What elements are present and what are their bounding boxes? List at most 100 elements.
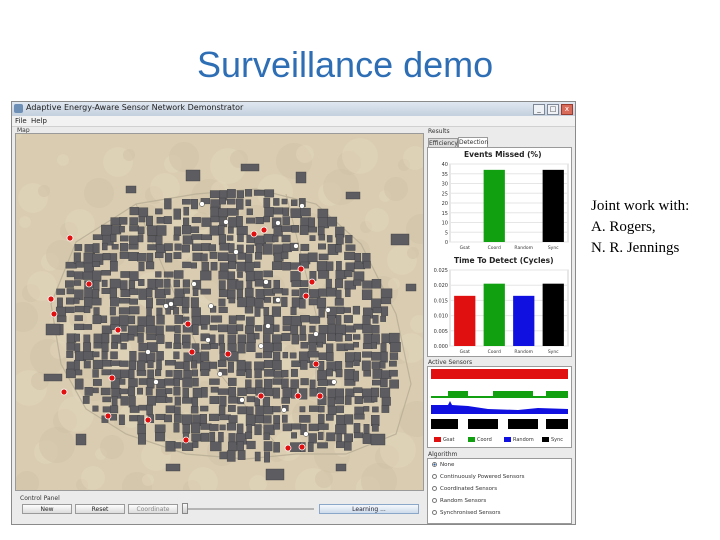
building [155, 413, 166, 420]
radio-synchronised[interactable] [432, 510, 437, 515]
building [174, 396, 181, 406]
building [173, 369, 183, 381]
speed-slider-track[interactable] [186, 508, 314, 510]
algorithm-option[interactable]: Continuously Powered Sensors [432, 473, 524, 481]
minimize-button[interactable]: _ [533, 104, 545, 115]
building [362, 280, 373, 289]
building [290, 325, 299, 335]
building [183, 288, 190, 294]
building [155, 279, 164, 288]
building [92, 351, 100, 358]
building [299, 334, 307, 341]
y-tick-label: 0.025 [434, 268, 448, 274]
sensor-idle [168, 301, 174, 307]
tab-detection[interactable]: Detection [458, 137, 488, 147]
maximize-button[interactable]: □ [547, 104, 559, 115]
tab-efficiency[interactable]: Efficiency [428, 138, 458, 147]
building [317, 208, 329, 219]
sensor-idle [299, 203, 305, 209]
radio-random[interactable] [432, 498, 437, 503]
building [101, 342, 109, 352]
algorithm-option[interactable]: Synchronised Sensors [432, 509, 500, 517]
radio-none[interactable] [432, 462, 437, 467]
algorithm-option[interactable]: Coordinated Sensors [432, 485, 497, 493]
active-sensors-label: Active Sensors [428, 359, 473, 366]
map-texture [57, 154, 69, 166]
radio-coordinated[interactable] [432, 486, 437, 491]
close-button[interactable]: x [561, 104, 573, 115]
building [200, 324, 208, 330]
sensor-idle [199, 201, 205, 207]
building [173, 226, 182, 236]
building [129, 298, 138, 305]
sensor-idle [217, 371, 223, 377]
x-tick-label: Random [514, 245, 533, 251]
building [380, 315, 387, 322]
building [129, 225, 139, 232]
building [255, 325, 263, 332]
building [335, 463, 347, 472]
building [182, 388, 189, 399]
building [236, 423, 244, 435]
city-map[interactable] [16, 134, 423, 490]
building [361, 360, 371, 371]
building [92, 261, 101, 267]
y-tick-label: 0 [445, 240, 448, 246]
building [317, 226, 325, 236]
building [120, 325, 127, 332]
building [183, 361, 190, 372]
building [119, 280, 128, 290]
building [190, 297, 199, 309]
building [308, 217, 315, 228]
algorithm-option[interactable]: Random Sensors [432, 497, 486, 505]
y-tick-label: 10 [442, 221, 448, 227]
building [307, 442, 314, 452]
building [200, 288, 211, 295]
building [336, 441, 345, 449]
sensor-idle [153, 379, 159, 385]
building [389, 379, 399, 389]
building [155, 208, 163, 215]
sensor-idle [325, 307, 331, 313]
building [173, 351, 180, 360]
building [209, 424, 219, 431]
building [273, 324, 280, 332]
algorithm-panel: None Continuously Powered Sensors Coordi… [427, 458, 572, 524]
building [317, 370, 327, 382]
building [56, 297, 63, 309]
building [156, 225, 167, 236]
building [335, 396, 344, 405]
building [262, 397, 270, 407]
building [137, 253, 147, 262]
sensor-idle [303, 431, 309, 437]
learning-button[interactable]: Learning ... [319, 504, 419, 514]
reset-button[interactable]: Reset [75, 504, 125, 514]
map-view[interactable] [15, 133, 424, 491]
building [199, 414, 207, 424]
credits-line: Joint work with: [591, 198, 690, 214]
speed-slider-handle[interactable] [182, 503, 188, 514]
building [282, 262, 291, 271]
menu-help[interactable]: Help [31, 117, 47, 125]
building [299, 298, 306, 309]
title-bar[interactable]: Adaptive Energy-Aware Sensor Network Dem… [12, 102, 575, 116]
building [181, 307, 189, 314]
radio-continuous[interactable] [432, 474, 437, 479]
algorithm-option-label: Continuously Powered Sensors [440, 474, 525, 480]
map-texture [380, 432, 416, 468]
building [201, 217, 212, 227]
building [227, 405, 236, 412]
building [156, 216, 166, 224]
building [101, 270, 111, 276]
results-side-panel: Results Efficiency Detection Events Miss… [426, 126, 574, 524]
building [226, 450, 236, 462]
building [326, 413, 334, 421]
sensor-idle [275, 220, 281, 226]
y-tick-label: 0.010 [434, 314, 448, 320]
algorithm-option[interactable]: None [432, 461, 454, 469]
map-texture [365, 208, 389, 232]
building [246, 424, 253, 433]
coordinate-button[interactable]: Coordinate [128, 504, 178, 514]
menu-file[interactable]: File [15, 117, 27, 125]
new-button[interactable]: New [22, 504, 72, 514]
